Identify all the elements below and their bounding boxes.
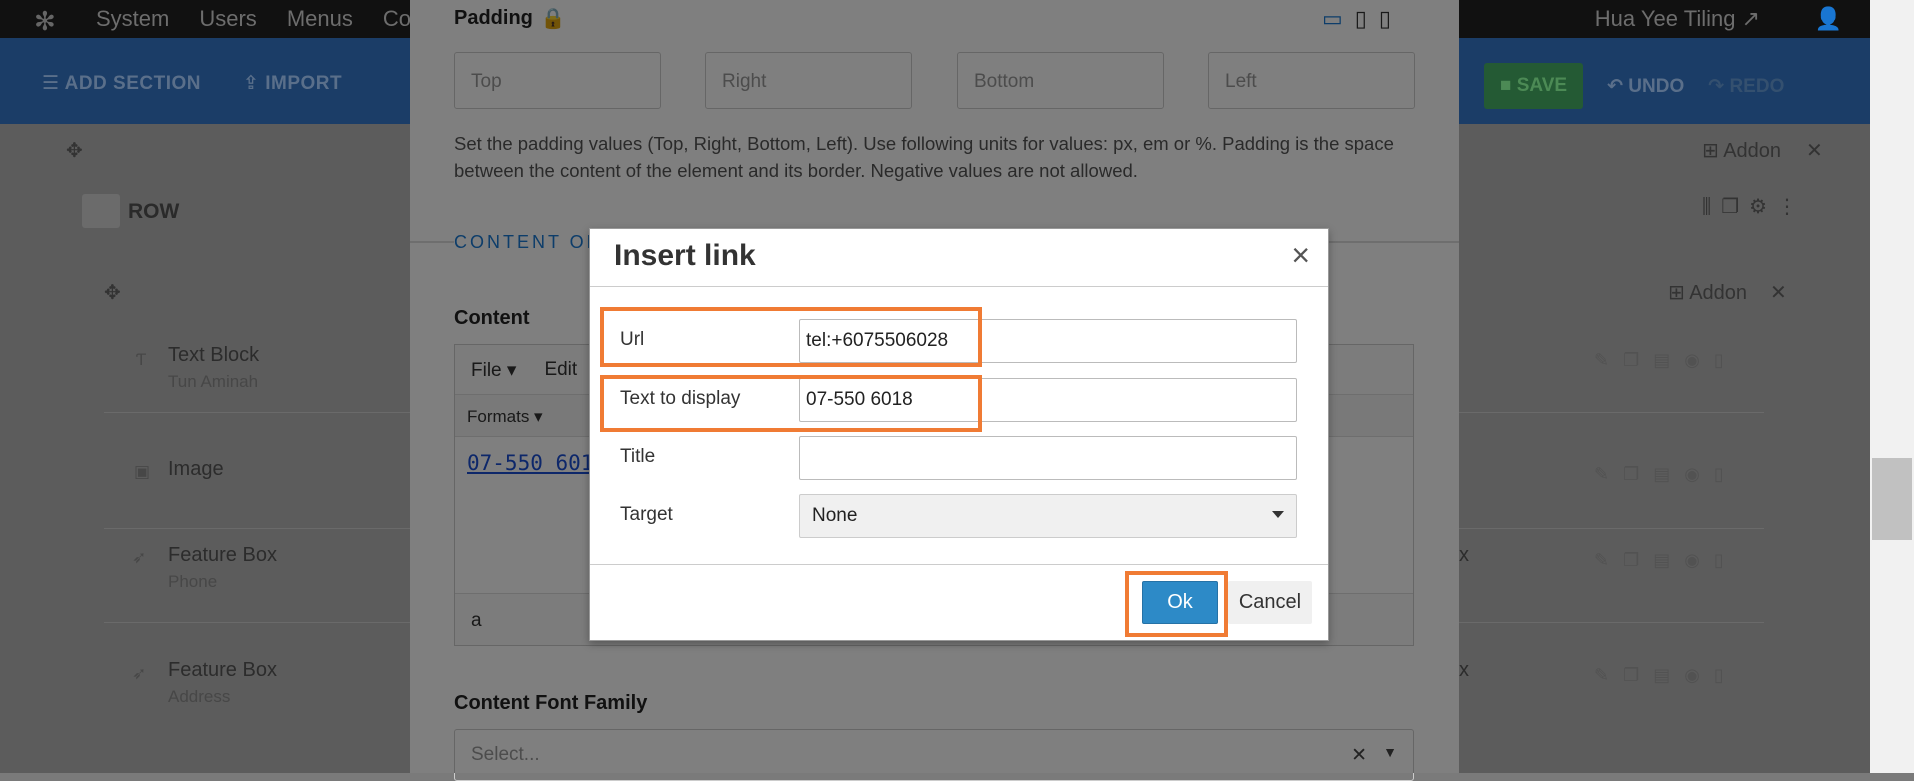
menu-menus[interactable]: Menus (287, 6, 353, 32)
padding-bottom-input[interactable]: Bottom (957, 52, 1164, 109)
text-to-display-input[interactable] (799, 378, 1297, 422)
addon-label: Addon (1689, 282, 1748, 304)
joomla-logo-icon[interactable]: ✻ (34, 6, 56, 37)
move-column-icon[interactable]: ✥ (104, 280, 121, 305)
url-label: Url (620, 329, 645, 350)
add-section-button[interactable]: ☰ ADD SECTION (42, 72, 201, 95)
addon-feature-phone-sub: Phone (168, 572, 218, 591)
addon-actions-icons[interactable]: ✎❐▤◉▯ (1594, 464, 1738, 485)
padding-help-text: Set the padding values (Top, Right, Bott… (454, 133, 1394, 181)
import-button[interactable]: ⇪ IMPORT (243, 72, 342, 95)
move-section-icon[interactable]: ✥ (66, 138, 83, 163)
addon-feature-address-name[interactable]: Feature Box (168, 659, 277, 682)
desktop-icon[interactable]: ▭ (1322, 6, 1343, 32)
bg-partial-x: x (1459, 544, 1469, 566)
redo-button[interactable]: ↷ REDO (1708, 75, 1784, 98)
padding-right-input[interactable]: Right (705, 52, 912, 109)
padding-label: Padding (454, 7, 533, 29)
tablet-icon[interactable]: ▯ (1355, 6, 1367, 32)
mobile-icon[interactable]: ▯ (1379, 6, 1391, 32)
formats-dropdown[interactable]: Formats ▾ (467, 407, 543, 426)
editor-link-text[interactable]: 07-550 6018 (467, 451, 606, 475)
dialog-footer: Ok Cancel (590, 564, 1328, 640)
insert-link-dialog: Insert link × Url Text to display Title … (589, 228, 1329, 641)
url-input[interactable] (799, 319, 1297, 363)
rocket-icon: ➶ (132, 548, 147, 567)
menu-content[interactable]: Co (383, 6, 411, 32)
content-font-family-label: Content Font Family (454, 692, 648, 714)
chevron-down-icon (1272, 511, 1284, 518)
user-icon[interactable]: 👤 (1815, 6, 1842, 32)
addon-actions-icons[interactable]: ✎❐▤◉▯ (1594, 550, 1738, 571)
addon-feature-address-sub: Address (168, 687, 231, 706)
padding-left-input[interactable]: Left (1208, 52, 1415, 109)
padding-top-input[interactable]: Top (454, 52, 661, 109)
url-row: Url (590, 319, 1328, 363)
clear-icon[interactable]: ✕ (1351, 744, 1367, 767)
row-drag-handle[interactable] (82, 194, 120, 228)
scrollbar-thumb[interactable] (1872, 458, 1912, 540)
add-addon-column-button[interactable]: ⊞ Addon (1668, 280, 1747, 305)
title-row: Title (590, 436, 1328, 480)
dialog-title: Insert link (614, 239, 756, 272)
target-row: Target None (590, 494, 1328, 538)
column-settings-icon[interactable]: ✕ (1770, 280, 1787, 305)
row-actions-icons[interactable]: ⫼❐⚙⋮ (1702, 194, 1807, 219)
editor-menu-file[interactable]: File ▾ (471, 359, 516, 381)
save-button[interactable]: ■ SAVE (1484, 63, 1584, 109)
chevron-down-icon[interactable]: ▼ (1383, 744, 1397, 760)
target-label: Target (620, 504, 673, 525)
lock-icon[interactable]: 🔒 (541, 6, 566, 31)
row-label: ROW (128, 200, 180, 223)
addon-actions-icons[interactable]: ✎❐▤◉▯ (1594, 350, 1738, 371)
ok-button[interactable]: Ok (1142, 581, 1218, 624)
section-settings-icon[interactable]: ✕ (1806, 138, 1823, 163)
user-link[interactable]: Hua Yee Tiling ↗ (1595, 6, 1760, 32)
text-to-display-row: Text to display (590, 378, 1328, 422)
dialog-header: Insert link × (590, 229, 1328, 287)
admin-menu: System Users Menus Co (96, 6, 411, 32)
add-addon-button[interactable]: ⊞ Addon (1702, 138, 1781, 163)
font-family-placeholder: Select... (471, 744, 540, 765)
content-font-family-select[interactable]: Select... ✕ ▼ (454, 729, 1414, 781)
menu-system[interactable]: System (96, 6, 169, 32)
menu-users[interactable]: Users (199, 6, 256, 32)
target-value: None (812, 505, 858, 526)
addon-label: Addon (1723, 140, 1782, 162)
target-select[interactable]: None (799, 494, 1297, 538)
undo-button[interactable]: ↶ UNDO (1607, 75, 1684, 98)
addon-text-block-name[interactable]: Text Block (168, 344, 259, 367)
cancel-button[interactable]: Cancel (1228, 581, 1312, 624)
close-icon[interactable]: × (1291, 237, 1310, 274)
bg-partial-x: x (1459, 659, 1469, 681)
device-switcher: ▭ ▯ ▯ (1322, 6, 1391, 32)
addon-actions-icons[interactable]: ✎❐▤◉▯ (1594, 665, 1738, 686)
rocket-icon: ➶ (132, 664, 147, 683)
addon-text-block-sub: Tun Aminah (168, 372, 259, 391)
text-block-icon: Ƭ (136, 350, 147, 369)
editor-menu-edit[interactable]: Edit (544, 359, 577, 380)
title-label: Title (620, 446, 656, 467)
image-icon: ▣ (134, 462, 151, 481)
text-to-display-label: Text to display (620, 388, 741, 409)
addon-feature-phone-name[interactable]: Feature Box (168, 544, 277, 567)
page-scrollbar[interactable] (1870, 0, 1914, 773)
addon-image-name[interactable]: Image (168, 458, 224, 481)
padding-title: Padding 🔒 (454, 6, 566, 31)
title-input[interactable] (799, 436, 1297, 480)
content-label: Content (454, 307, 530, 329)
